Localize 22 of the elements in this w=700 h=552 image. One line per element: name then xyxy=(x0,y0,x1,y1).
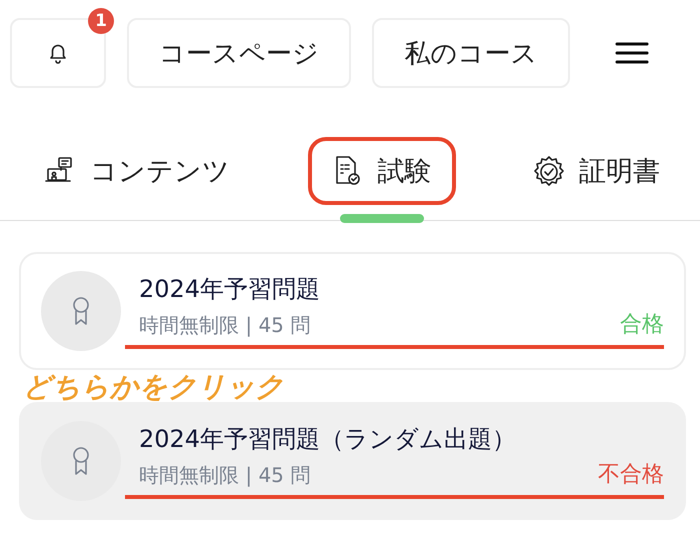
ribbon-icon xyxy=(70,445,92,477)
exam-meta: 時間無制限 | 45 問 xyxy=(139,312,310,339)
tab-label: 証明書 xyxy=(579,155,660,189)
ribbon-icon xyxy=(70,295,92,327)
nav-button[interactable]: コースページ xyxy=(127,18,351,88)
exam-title: 2024年予習問題（ランダム出題） xyxy=(139,424,518,455)
annotation-text: どちらかをクリック xyxy=(23,372,285,402)
tab[interactable]: 証明書 xyxy=(509,137,664,205)
tab[interactable]: コンテンツ xyxy=(40,137,254,205)
exam-card[interactable]: 2024年予習問題（ランダム出題） 時間無制限 | 45 問 不合格 xyxy=(19,402,686,520)
exam-meta: 時間無制限 | 45 問 xyxy=(139,462,310,489)
nav-button[interactable]: 私のコース xyxy=(372,18,570,88)
tab-label: コンテンツ xyxy=(90,155,230,189)
menu-button[interactable] xyxy=(615,40,649,66)
result-status: 不合格 xyxy=(598,461,664,489)
result-status: 合格 xyxy=(620,311,664,339)
notification-badge: 1 xyxy=(88,8,114,34)
exam-title: 2024年予習問題 xyxy=(139,274,322,305)
menu-icon xyxy=(615,40,649,66)
exam-card[interactable]: 2024年予習問題 時間無制限 | 45 問 合格 xyxy=(19,252,686,370)
badge-check-icon xyxy=(533,155,565,187)
tab-label: 試験 xyxy=(378,155,432,189)
